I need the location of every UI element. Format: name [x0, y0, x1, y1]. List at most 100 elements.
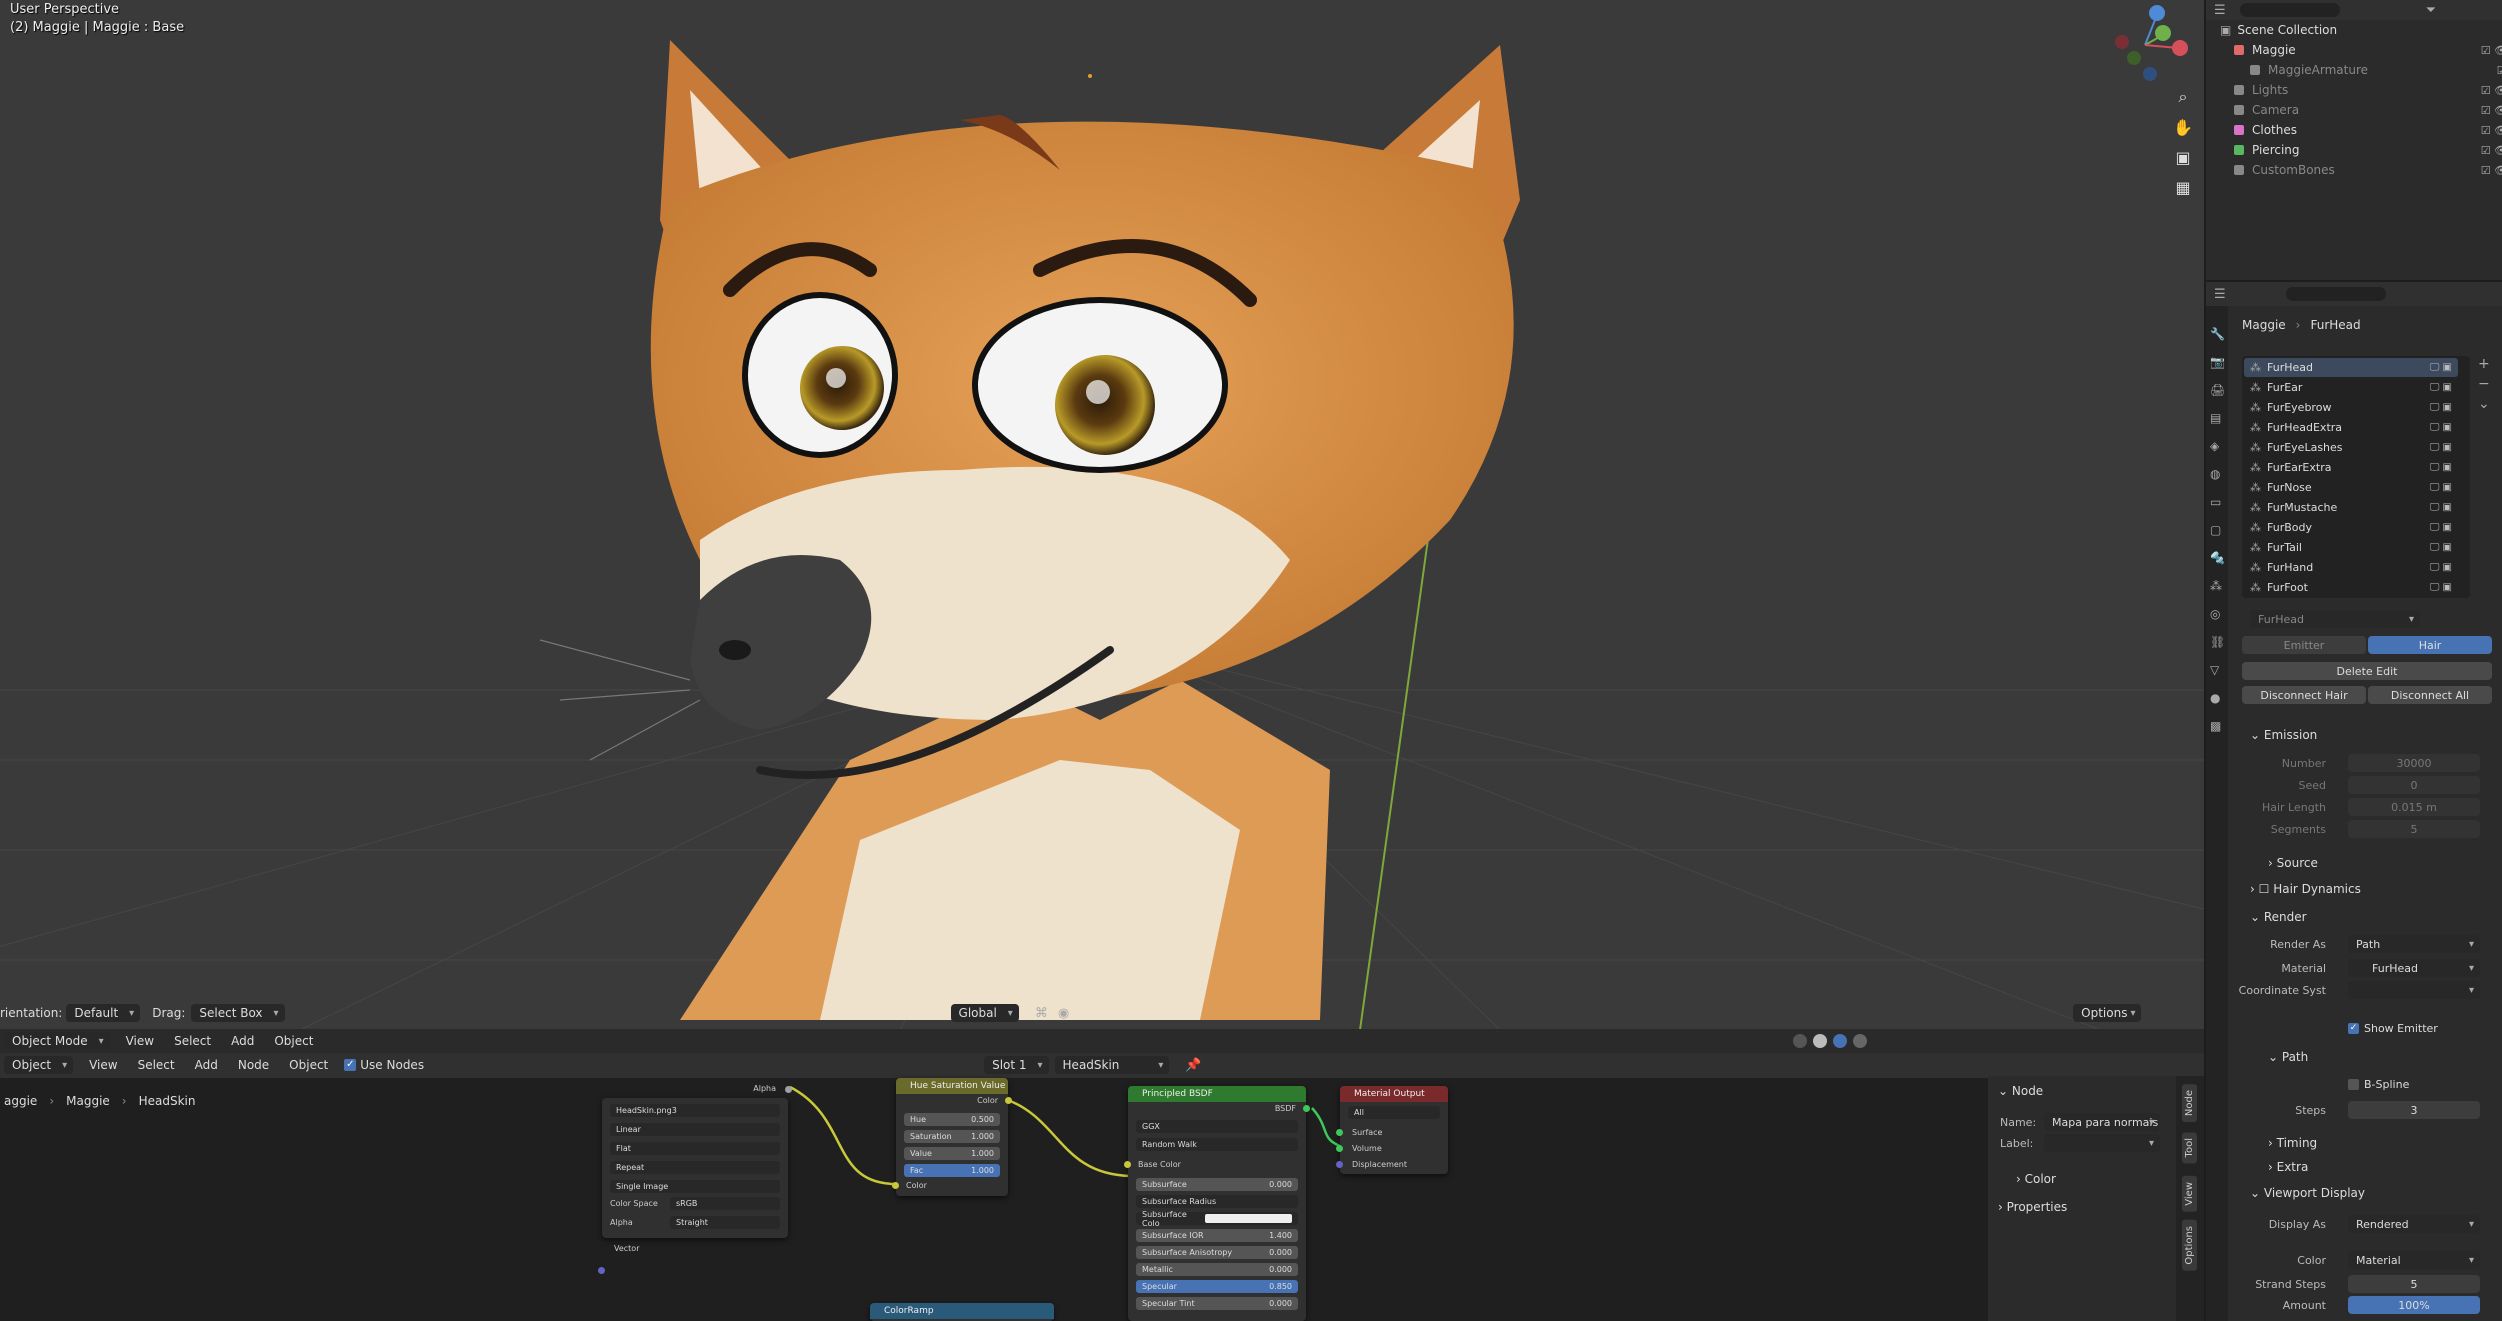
amount-field[interactable]: 100% — [2348, 1296, 2480, 1314]
base-color-socket[interactable] — [1124, 1161, 1131, 1168]
properties-editor-icon[interactable]: ☰ — [2214, 287, 2226, 302]
node-editor[interactable]: aggie › Maggie › HeadSkin Alpha HeadSkin… — [0, 1078, 1988, 1321]
visibility-toggle-icon[interactable]: ☑ 👁 ▣ — [2481, 84, 2502, 97]
output-tab-icon[interactable]: 🖨 — [2210, 376, 2225, 404]
physics-tab-icon[interactable]: ◎ — [2210, 600, 2225, 628]
menu-object[interactable]: Object — [289, 1058, 328, 1072]
vp-menu-view[interactable]: View — [126, 1034, 154, 1048]
subsurface-ior-field[interactable]: Subsurface IOR 1.400 — [1136, 1229, 1298, 1242]
subsurface-field[interactable]: Subsurface 0.000 — [1136, 1178, 1298, 1191]
tab-view[interactable]: View — [2182, 1176, 2197, 1212]
node-color-section[interactable]: › Color — [2016, 1172, 2056, 1186]
hue-saturation-node[interactable]: Hue Saturation Value Color Hue 0.500 Satu… — [892, 1078, 1012, 1196]
render-toggle-icon[interactable]: 🖵 ▣ — [2430, 382, 2452, 393]
particle-system-item[interactable]: ⁂ FurTail 🖵 ▣ — [2244, 538, 2458, 557]
subsurface-radius-field[interactable]: Subsurface Radius — [1136, 1195, 1298, 1208]
material-output-node[interactable]: Material Output All Surface Volume Displ… — [1336, 1086, 1448, 1174]
hair-dynamics-section-header[interactable]: › ☐ Hair Dynamics — [2250, 882, 2361, 896]
particle-system-item[interactable]: ⁂ FurBody 🖵 ▣ — [2244, 518, 2458, 537]
render-toggle-icon[interactable]: 🖵 ▣ — [2430, 442, 2452, 453]
slot-dropdown[interactable]: Slot 1 — [984, 1056, 1049, 1074]
hair-tab[interactable]: Hair — [2368, 636, 2492, 654]
image-texture-node[interactable]: Alpha HeadSkin.png 3 Linear Flat Repeat S… — [598, 1084, 792, 1274]
coordinate-system-field[interactable] — [2348, 981, 2480, 999]
delete-edit-button[interactable]: Delete Edit — [2242, 662, 2492, 680]
segments-field[interactable]: 5 — [2348, 820, 2480, 838]
specular-field[interactable]: Specular 0.850 — [1136, 1280, 1298, 1293]
pin-icon[interactable]: 📌 — [1185, 1058, 1201, 1073]
filter-icon[interactable]: ⏷ — [2426, 3, 2436, 18]
snap-icon[interactable]: ⌘ — [1035, 1006, 1048, 1021]
projection-dropdown[interactable]: Flat — [610, 1142, 780, 1155]
material-shading-icon[interactable] — [1833, 1034, 1848, 1048]
value-field[interactable]: Value 1.000 — [904, 1147, 1000, 1160]
menu-node[interactable]: Node — [238, 1058, 269, 1072]
visibility-toggle-icon[interactable]: ☑ 👁 ▣ — [2481, 124, 2502, 137]
render-toggle-icon[interactable]: 🖵 ▣ — [2430, 522, 2452, 533]
visibility-toggle-icon[interactable]: ☑ 👁 ▣ — [2481, 104, 2502, 117]
transform-orientation-dropdown[interactable]: Global — [950, 1004, 1019, 1022]
editor-type-dropdown[interactable]: Object — [4, 1056, 74, 1074]
fac-field[interactable]: Fac 1.000 — [904, 1164, 1000, 1177]
render-toggle-icon[interactable]: 🖵 ▣ — [2430, 402, 2452, 413]
node-name-field[interactable]: Mapa para normais — [2044, 1113, 2160, 1131]
hsv-color-output-socket[interactable] — [1005, 1097, 1012, 1104]
outliner-search-input[interactable] — [2239, 3, 2340, 17]
extension-dropdown[interactable]: Repeat — [610, 1161, 780, 1174]
menu-view[interactable]: View — [89, 1058, 117, 1072]
hand-icon[interactable]: ✋ — [2168, 112, 2198, 142]
output-target-dropdown[interactable]: All — [1348, 1106, 1440, 1119]
outliner-item[interactable]: Camera ☑ 👁 ▣ — [2206, 100, 2502, 120]
extra-section-header[interactable]: › Extra — [2268, 1160, 2308, 1174]
visibility-toggle-icon[interactable]: ☑ 👁 ▣ — [2481, 44, 2502, 57]
number-field[interactable]: 30000 — [2348, 754, 2480, 772]
particle-system-item[interactable]: ⁂ FurHand 🖵 ▣ — [2244, 558, 2458, 577]
node-label-field[interactable] — [2044, 1134, 2160, 1152]
image-file-selector[interactable]: HeadSkin.png 3 — [610, 1104, 780, 1117]
proportional-icon[interactable]: ◉ — [1058, 1006, 1069, 1021]
outliner-item[interactable]: CustomBones ☑ 👁 ▣ — [2206, 160, 2502, 180]
3d-viewport[interactable]: User Perspective (2) Maggie | Maggie : B… — [0, 0, 2204, 1030]
outliner-item[interactable]: Piercing ☑ 👁 ▣ — [2206, 140, 2502, 160]
display-as-dropdown[interactable]: Rendered — [2348, 1215, 2480, 1233]
visibility-toggle-icon[interactable]: ☑ 👁 ▣ — [2497, 64, 2502, 77]
viewport-display-section-header[interactable]: ⌄ Viewport Display — [2250, 1186, 2365, 1200]
disconnect-hair-button[interactable]: Disconnect Hair — [2242, 686, 2366, 704]
constraints-tab-icon[interactable]: ⛓ — [2210, 628, 2225, 656]
colorramp-node[interactable]: ColorRamp — [870, 1303, 1054, 1321]
particle-system-item[interactable]: ⁂ FurEarExtra 🖵 ▣ — [2244, 458, 2458, 477]
remove-slot-icon[interactable]: − — [2478, 374, 2490, 394]
menu-add[interactable]: Add — [195, 1058, 218, 1072]
subsurface-anisotropy-field[interactable]: Subsurface Anisotropy 0.000 — [1136, 1246, 1298, 1259]
outliner-item[interactable]: Maggie ☑ 👁 ▣ — [2206, 40, 2502, 60]
wireframe-shading-icon[interactable] — [1793, 1034, 1808, 1048]
drag-dropdown[interactable]: Select Box — [191, 1004, 285, 1022]
vector-input-socket[interactable] — [598, 1267, 605, 1274]
particle-system-item[interactable]: ⁂ FurMustache 🖵 ▣ — [2244, 498, 2458, 517]
grid-icon[interactable]: ▦ — [2168, 172, 2198, 202]
scene-tab-icon[interactable]: ◈ — [2210, 432, 2225, 460]
data-tab-icon[interactable]: ▽ — [2210, 656, 2225, 684]
surface-input-socket[interactable] — [1336, 1129, 1343, 1136]
tool-tab-icon[interactable]: 🔧 — [2210, 320, 2225, 348]
disconnect-all-button[interactable]: Disconnect All — [2368, 686, 2492, 704]
outliner-editor-icon[interactable]: ☰ — [2214, 3, 2226, 18]
emitter-tab[interactable]: Emitter — [2242, 636, 2366, 654]
bspline-checkbox[interactable]: B-Spline — [2348, 1078, 2409, 1091]
hsv-color-input-socket[interactable] — [892, 1182, 899, 1189]
outliner-item[interactable]: Lights ☑ 👁 ▣ — [2206, 80, 2502, 100]
node-properties-section[interactable]: › Properties — [1998, 1200, 2067, 1214]
particles-tab-icon[interactable]: ⁂ — [2210, 572, 2225, 600]
slot-menu-icon[interactable]: ⌄ — [2478, 394, 2490, 414]
add-slot-icon[interactable]: + — [2478, 354, 2490, 374]
vp-menu-object[interactable]: Object — [274, 1034, 313, 1048]
show-emitter-checkbox[interactable]: ✓ Show Emitter — [2348, 1022, 2438, 1035]
visibility-toggle-icon[interactable]: ☑ 👁 ▣ — [2481, 144, 2502, 157]
particle-system-item[interactable]: ⁂ FurNose 🖵 ▣ — [2244, 478, 2458, 497]
camera-icon[interactable]: ▣ — [2168, 142, 2198, 172]
material-dropdown[interactable]: FurHead — [2348, 959, 2480, 977]
render-toggle-icon[interactable]: 🖵 ▣ — [2430, 542, 2452, 553]
source-dropdown[interactable]: Single Image — [610, 1180, 780, 1193]
particle-system-item[interactable]: ⁂ FurEyeLashes 🖵 ▣ — [2244, 438, 2458, 457]
render-toggle-icon[interactable]: 🖵 ▣ — [2430, 362, 2452, 373]
